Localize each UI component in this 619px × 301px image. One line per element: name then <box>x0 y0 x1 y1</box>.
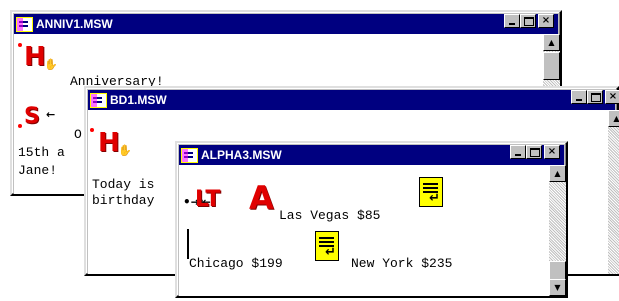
line-o: O <box>74 127 82 142</box>
note-icon[interactable] <box>315 231 339 261</box>
window-title: ALPHA3.MSW <box>201 148 282 162</box>
lt-marker: LT <box>195 187 221 212</box>
scroll-thumb[interactable] <box>543 52 560 80</box>
line-15th: 15th a <box>18 145 65 160</box>
maximize-button[interactable] <box>526 145 542 159</box>
window-title: ANNIV1.MSW <box>36 17 113 31</box>
maximize-button[interactable] <box>520 14 536 28</box>
h-marker: H <box>24 42 46 72</box>
line-birthday: birthday <box>92 193 155 208</box>
text-chicago: Chicago $199 <box>189 256 283 271</box>
scroll-down-button[interactable]: ▼ <box>549 279 566 296</box>
scroll-up-button[interactable]: ▲ <box>608 110 619 127</box>
h-marker: H <box>98 128 120 158</box>
title-buttons: × <box>504 14 554 28</box>
line-today: Today is <box>92 177 155 192</box>
a-marker: A <box>249 179 274 217</box>
maximize-button[interactable] <box>587 90 603 104</box>
close-button[interactable]: × <box>605 90 619 104</box>
text-las-vegas: Las Vegas $85 <box>279 208 381 223</box>
minimize-button[interactable] <box>504 14 520 28</box>
close-button[interactable]: × <box>538 14 554 28</box>
document-icon <box>16 16 33 32</box>
scroll-up-button[interactable]: ▲ <box>549 165 566 182</box>
hand-icon: ✋ <box>118 144 132 157</box>
window-alpha3[interactable]: ALPHA3.MSW × •⇥⇤ LT A Las Vegas $85 Chic… <box>175 141 568 298</box>
window-title: BD1.MSW <box>110 93 167 107</box>
title-buttons: × <box>510 145 560 159</box>
vertical-scrollbar[interactable]: ▲ <box>608 110 619 274</box>
scroll-up-button[interactable]: ▲ <box>543 34 560 51</box>
note-icon[interactable] <box>419 177 443 207</box>
s-marker: S <box>24 104 40 129</box>
line-jane: Jane! <box>18 163 58 178</box>
marker-dot <box>90 128 94 132</box>
titlebar-bd1[interactable]: BD1.MSW <box>88 90 615 110</box>
text-new-york: New York $235 <box>351 256 453 271</box>
scroll-thumb[interactable] <box>549 261 566 281</box>
text-caret <box>187 229 189 259</box>
marker-dot <box>18 43 22 47</box>
document-icon <box>90 92 107 108</box>
document-icon <box>181 147 198 163</box>
minimize-button[interactable] <box>510 145 526 159</box>
close-button[interactable]: × <box>544 145 560 159</box>
arrow-left-icon: ← <box>46 108 56 121</box>
marker-dot <box>18 124 22 128</box>
title-buttons: × <box>571 90 619 104</box>
document-area[interactable]: •⇥⇤ LT A Las Vegas $85 Chicago $199 New … <box>179 165 549 296</box>
minimize-button[interactable] <box>571 90 587 104</box>
titlebar-anniv1[interactable]: ANNIV1.MSW <box>14 14 558 34</box>
hand-icon: ✋ <box>44 58 58 71</box>
vertical-scrollbar[interactable]: ▲ ▼ <box>549 165 566 296</box>
titlebar-alpha3[interactable]: ALPHA3.MSW <box>179 145 564 165</box>
